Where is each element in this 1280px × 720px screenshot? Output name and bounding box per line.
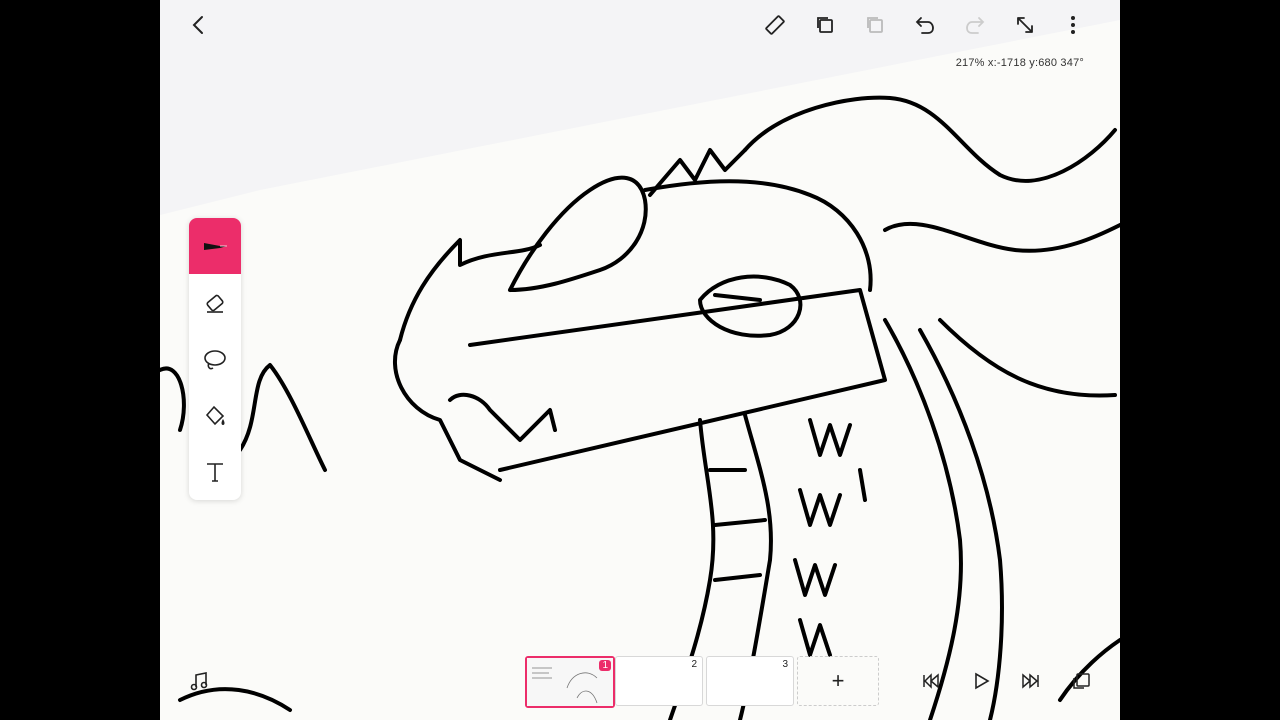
more-button[interactable]	[1056, 8, 1090, 42]
frame-number: 2	[691, 659, 697, 670]
rewind-button[interactable]	[916, 666, 946, 696]
add-frame-button[interactable]: +	[797, 656, 879, 706]
duplicate-icon	[817, 17, 833, 33]
skip-end-icon	[1022, 673, 1039, 689]
ruler-icon	[765, 15, 785, 35]
frame-number: 3	[782, 659, 788, 670]
drawing-canvas[interactable]	[160, 0, 1120, 720]
frame-thumbnail[interactable]: 2	[615, 656, 703, 706]
play-icon	[975, 672, 990, 690]
skip-end-button[interactable]	[1016, 666, 1046, 696]
text-tool[interactable]	[189, 450, 241, 494]
frame-number: 1	[599, 660, 611, 671]
undo-button[interactable]	[908, 8, 942, 42]
music-button[interactable]	[184, 666, 214, 696]
more-icon	[1071, 16, 1075, 34]
fill-tool[interactable]	[189, 394, 241, 438]
duplicate-button[interactable]	[808, 8, 842, 42]
lasso-icon	[204, 350, 226, 370]
rewind-icon	[923, 673, 939, 689]
pen-tool[interactable]	[189, 218, 241, 274]
undo-icon	[915, 17, 934, 34]
redo-button[interactable]	[958, 8, 992, 42]
text-icon	[207, 463, 223, 482]
resize-button[interactable]	[1008, 8, 1042, 42]
pen-icon	[204, 243, 227, 250]
drawing-app: 217% x:-1718 y:680 347° 1 2 3 +	[160, 0, 1120, 720]
copy-icon	[867, 17, 883, 33]
redo-icon	[966, 17, 985, 34]
layers-button[interactable]	[1066, 666, 1096, 696]
eraser-icon	[206, 294, 224, 313]
copy-button[interactable]	[858, 8, 892, 42]
frame-thumbnail[interactable]: 1	[525, 656, 615, 708]
canvas-readout: 217% x:-1718 y:680 347°	[955, 57, 1084, 69]
back-button[interactable]	[182, 8, 216, 42]
layers-icon	[1073, 673, 1090, 689]
tool-palette	[189, 218, 241, 500]
eraser-tool[interactable]	[189, 282, 241, 326]
back-icon	[192, 16, 203, 34]
play-button[interactable]	[966, 666, 996, 696]
resize-icon	[1017, 17, 1033, 33]
frame-thumbnail[interactable]: 3	[706, 656, 794, 706]
fill-icon	[205, 405, 225, 426]
ruler-button[interactable]	[758, 8, 792, 42]
lasso-tool[interactable]	[189, 338, 241, 382]
music-icon	[190, 672, 208, 691]
